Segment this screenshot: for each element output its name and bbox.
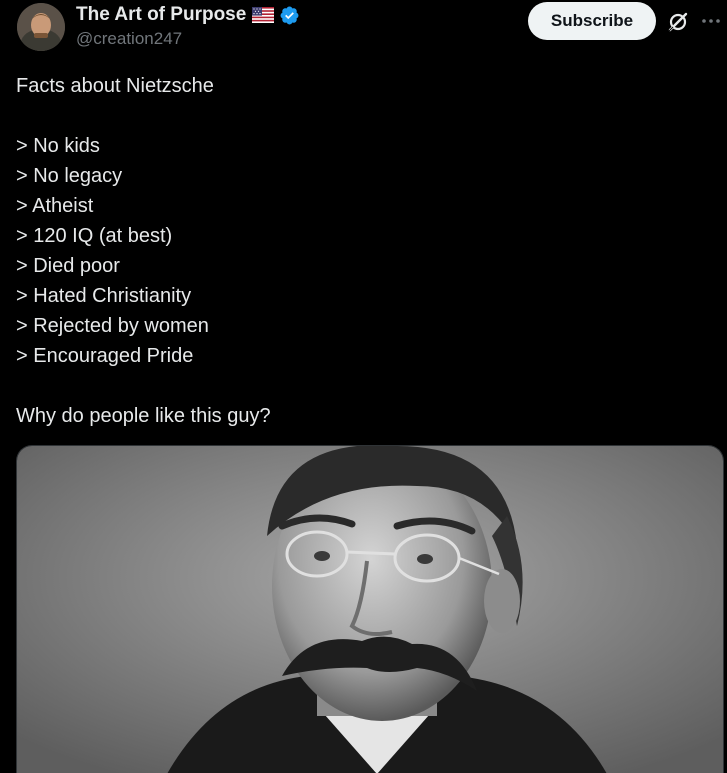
tweet-line: > Hated Christianity: [16, 285, 192, 307]
tweet-line: > No kids: [16, 135, 100, 157]
tweet-line: > Died poor: [16, 255, 120, 277]
more-icon[interactable]: [700, 10, 722, 32]
tweet-line: > Encouraged Pride: [16, 345, 194, 367]
tweet-text: Facts about Nietzsche > No kids > No leg…: [16, 71, 706, 431]
author-avatar[interactable]: [17, 3, 65, 51]
tweet-line: > Atheist: [16, 195, 94, 217]
author-display-name[interactable]: The Art of Purpose: [76, 4, 246, 26]
verified-badge-icon[interactable]: [279, 5, 300, 26]
author-handle[interactable]: @creation247: [76, 29, 182, 49]
us-flag-icon: [252, 7, 274, 23]
subscribe-button[interactable]: Subscribe: [528, 2, 656, 40]
tweet-line: > 120 IQ (at best): [16, 225, 173, 247]
tweet-line: Why do people like this guy?: [16, 405, 271, 427]
tweet-line: > Rejected by women: [16, 315, 209, 337]
tweet-line: Facts about Nietzsche: [16, 75, 214, 97]
tweet-line: > No legacy: [16, 165, 123, 187]
tweet-media-photo[interactable]: [16, 445, 724, 773]
grok-icon[interactable]: [666, 10, 690, 34]
tweet-post: The Art of Purpose @creation247 Subscrib…: [0, 0, 727, 773]
